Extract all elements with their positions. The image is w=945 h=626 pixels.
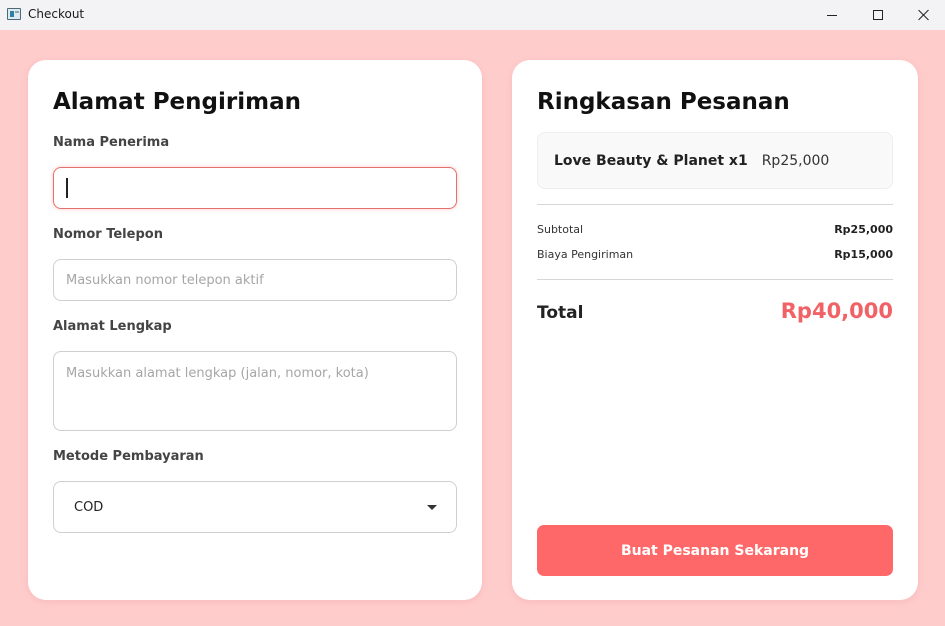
subtotal-value: Rp25,000 — [834, 223, 893, 236]
shipping-card: Alamat Pengiriman Nama Penerima Nomor Te… — [28, 60, 482, 600]
subtotal-row: Subtotal Rp25,000 — [537, 223, 893, 236]
address-label: Alamat Lengkap — [53, 319, 172, 334]
shipping-cost-value: Rp15,000 — [834, 248, 893, 261]
minimize-button[interactable] — [809, 0, 855, 30]
total-value: Rp40,000 — [780, 299, 893, 323]
payment-selected-value: COD — [74, 499, 104, 515]
shipping-cost-row: Biaya Pengiriman Rp15,000 — [537, 248, 893, 261]
shipping-cost-label: Biaya Pengiriman — [537, 248, 634, 261]
subtotal-label: Subtotal — [537, 223, 584, 236]
close-button[interactable] — [901, 0, 945, 30]
item-price: Rp25,000 — [761, 152, 830, 169]
shipping-heading: Alamat Pengiriman — [53, 89, 301, 115]
text-caret — [66, 178, 68, 198]
phone-input[interactable]: Masukkan nomor telepon aktif — [53, 259, 457, 301]
window-title: Checkout — [28, 7, 85, 21]
address-placeholder: Masukkan alamat lengkap (jalan, nomor, k… — [66, 366, 369, 381]
name-label: Nama Penerima — [53, 135, 170, 150]
phone-label: Nomor Telepon — [53, 227, 163, 242]
minimize-icon — [827, 14, 837, 16]
item-name: Love Beauty & Planet x1 — [554, 152, 748, 169]
total-label: Total — [537, 303, 584, 323]
payment-select[interactable]: COD — [53, 481, 457, 533]
maximize-button[interactable] — [855, 0, 901, 30]
app-icon — [7, 8, 21, 20]
dropdown-arrow-icon — [427, 505, 437, 510]
maximize-icon — [873, 10, 883, 20]
title-bar: Checkout — [0, 0, 945, 30]
place-order-button[interactable]: Buat Pesanan Sekarang — [537, 525, 893, 576]
payment-label: Metode Pembayaran — [53, 449, 204, 464]
close-icon — [918, 9, 930, 21]
summary-card: Ringkasan Pesanan Love Beauty & Planet x… — [512, 60, 918, 600]
name-input[interactable] — [53, 167, 457, 209]
divider — [537, 204, 893, 205]
address-textarea[interactable]: Masukkan alamat lengkap (jalan, nomor, k… — [53, 351, 457, 431]
phone-placeholder: Masukkan nomor telepon aktif — [66, 272, 264, 288]
divider — [537, 279, 893, 280]
order-item: Love Beauty & Planet x1 Rp25,000 — [537, 132, 893, 189]
summary-heading: Ringkasan Pesanan — [537, 89, 790, 115]
